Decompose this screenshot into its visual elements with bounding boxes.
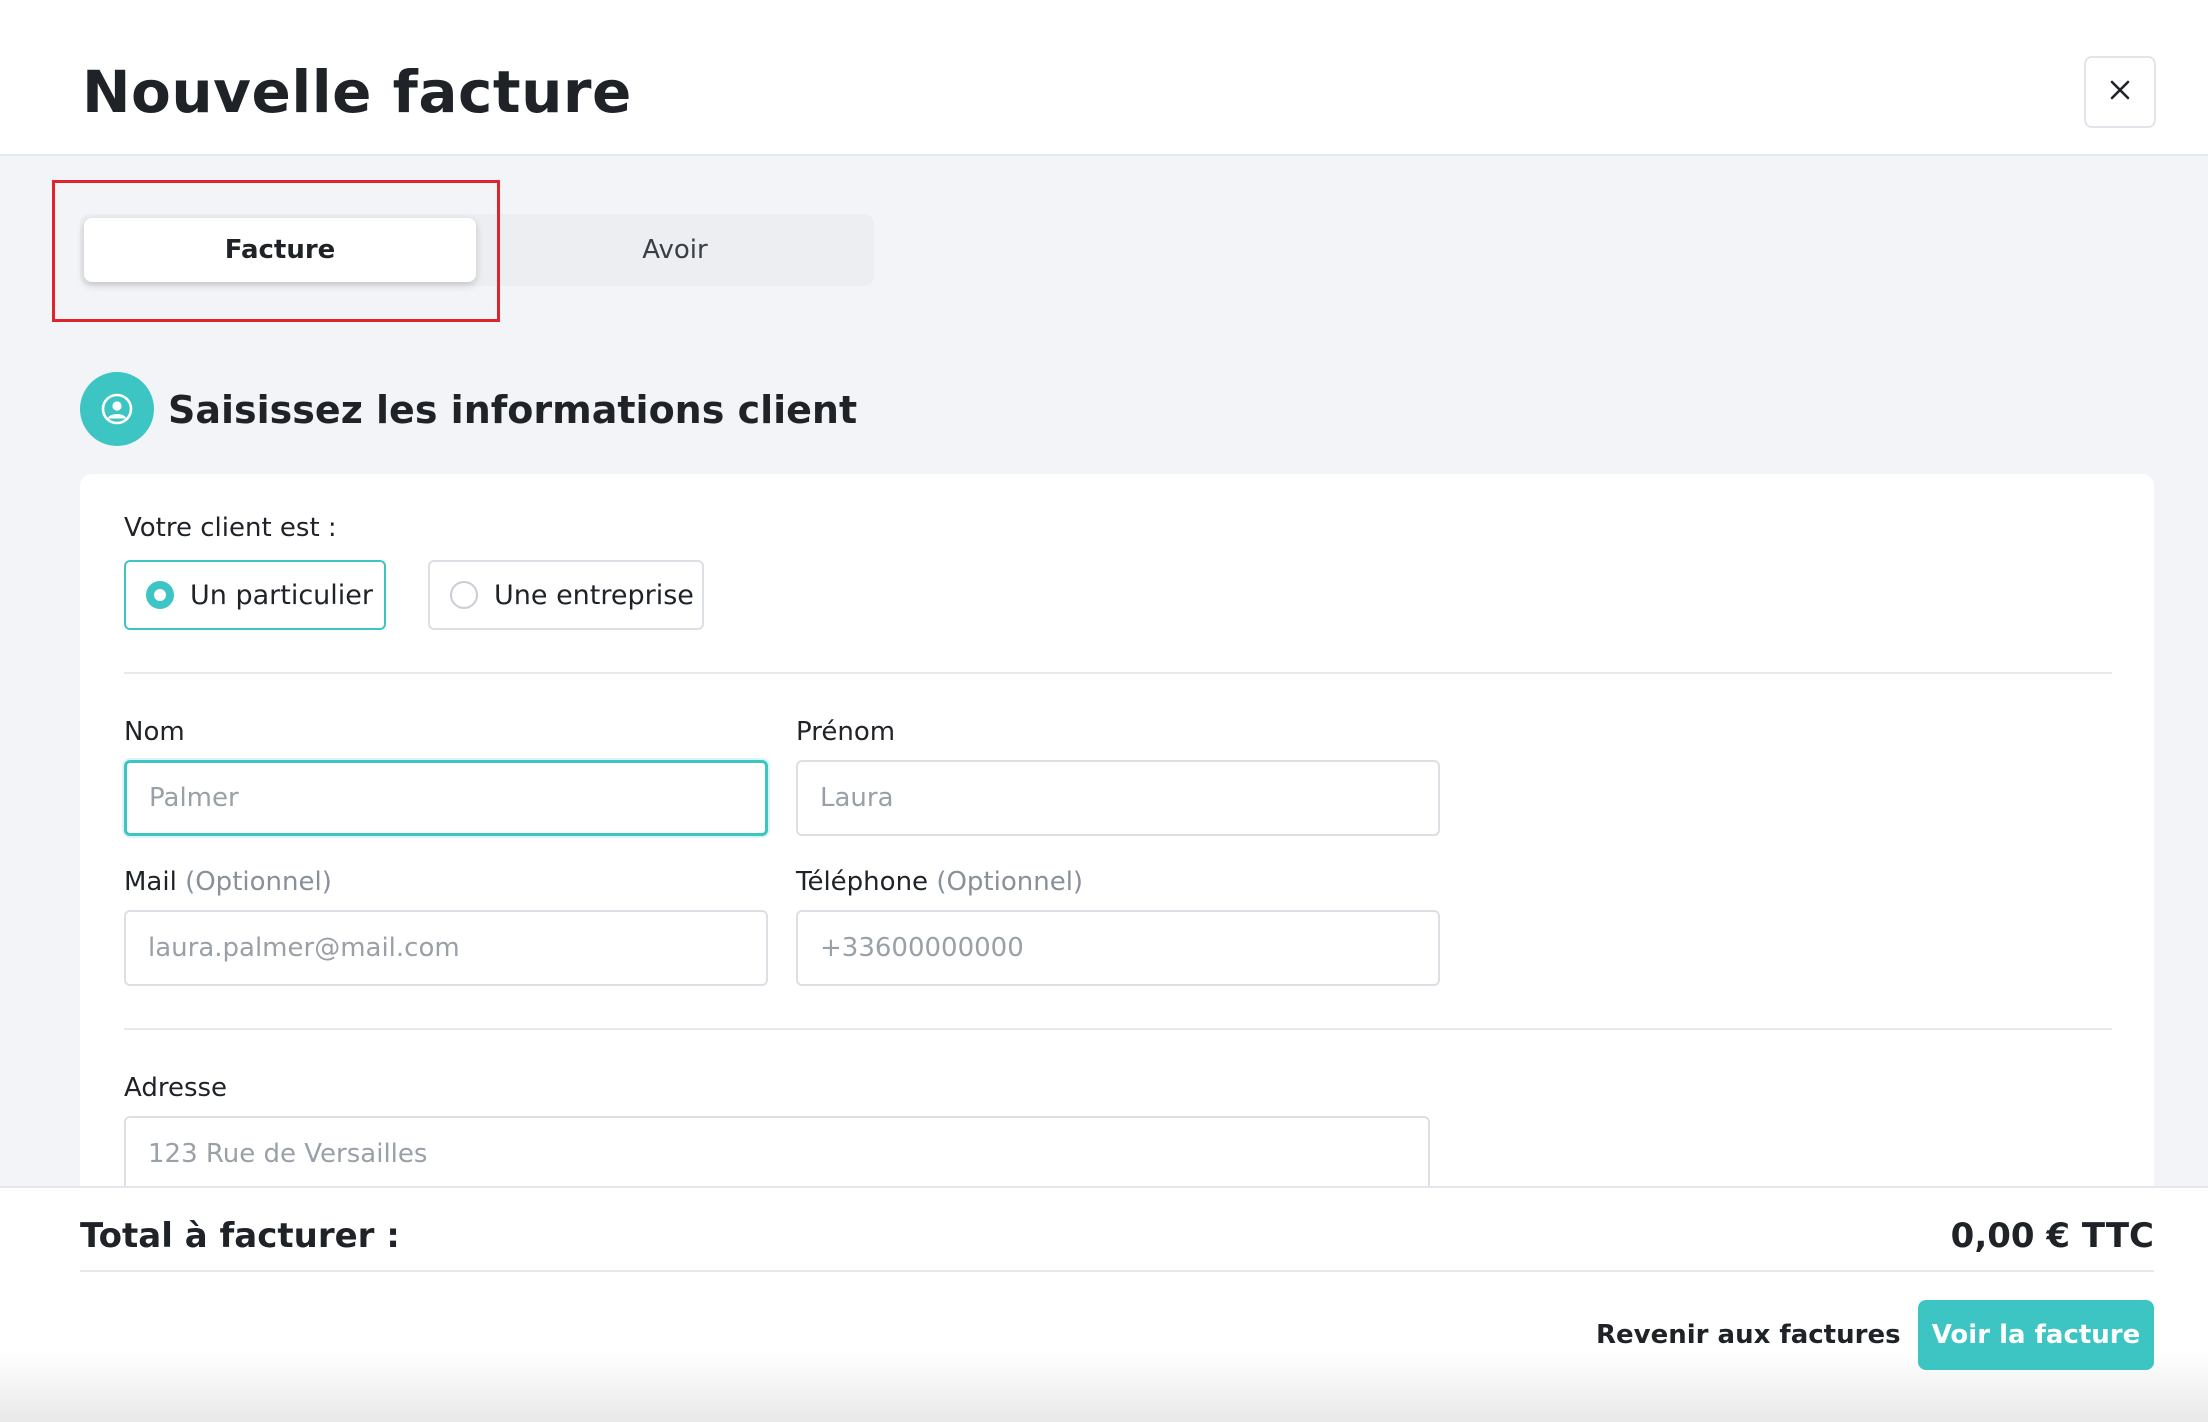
mail-label: Mail (Optionnel)	[124, 864, 332, 900]
header: Nouvelle facture	[0, 0, 2208, 156]
client-type-label: Votre client est :	[124, 513, 337, 543]
user-circle-icon	[80, 372, 154, 446]
tab-avoir[interactable]: Avoir	[476, 214, 874, 286]
telephone-input[interactable]	[796, 910, 1440, 986]
total-value: 0,00 € TTC	[1950, 1216, 2154, 1256]
radio-entreprise[interactable]: Une entreprise	[428, 560, 704, 630]
section-title: Saisissez les informations client	[168, 388, 858, 432]
invoice-type-tabs: Facture Avoir	[80, 214, 874, 286]
back-to-invoices-button[interactable]: Revenir aux factures	[1596, 1300, 1901, 1370]
total-label: Total à facturer :	[80, 1216, 400, 1256]
prenom-label: Prénom	[796, 717, 896, 747]
mail-optional-text: (Optionnel)	[185, 867, 332, 897]
telephone-label-text: Téléphone	[796, 867, 929, 897]
radio-particulier[interactable]: Un particulier	[124, 560, 386, 630]
footer-divider	[80, 1270, 2154, 1272]
prenom-input[interactable]	[796, 760, 1440, 836]
adresse-input[interactable]	[124, 1116, 1430, 1186]
telephone-label: Téléphone (Optionnel)	[796, 864, 1083, 900]
mail-input[interactable]	[124, 910, 768, 986]
view-invoice-button[interactable]: Voir la facture	[1918, 1300, 2154, 1370]
radio-checked-icon	[146, 581, 174, 609]
client-info-card: Votre client est : Un particulier Une en…	[80, 474, 2154, 1186]
nom-label: Nom	[124, 717, 185, 747]
radio-entreprise-label: Une entreprise	[494, 579, 694, 611]
nom-input[interactable]	[124, 760, 768, 836]
radio-unchecked-icon	[450, 581, 478, 609]
tab-facture[interactable]: Facture	[84, 218, 476, 282]
radio-particulier-label: Un particulier	[190, 579, 374, 611]
page-title: Nouvelle facture	[82, 58, 632, 126]
divider	[124, 672, 2112, 674]
divider	[124, 1028, 2112, 1030]
close-icon	[2109, 79, 2131, 105]
close-button[interactable]	[2084, 56, 2156, 128]
footer: Total à facturer : 0,00 € TTC Revenir au…	[0, 1186, 2208, 1422]
main-content: Facture Avoir Saisissez les informations…	[0, 156, 2208, 1186]
adresse-label: Adresse	[124, 1073, 228, 1103]
mail-label-text: Mail	[124, 867, 177, 897]
telephone-optional-text: (Optionnel)	[936, 867, 1084, 897]
